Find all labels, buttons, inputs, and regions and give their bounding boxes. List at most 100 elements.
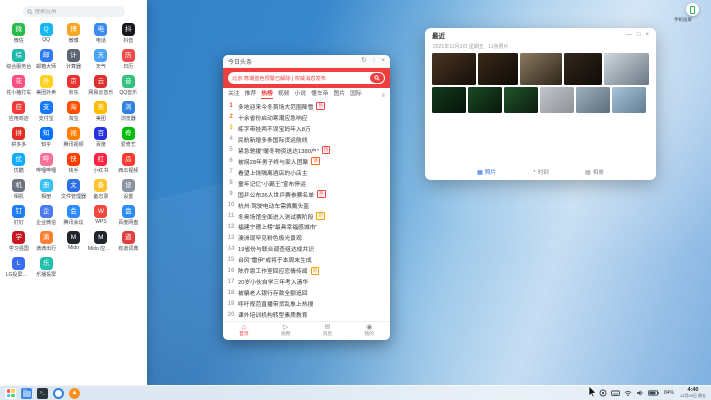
photo-thumbnail[interactable] (604, 53, 649, 85)
screen-record-icon[interactable] (599, 389, 607, 397)
close-button[interactable]: × (645, 32, 649, 38)
phone-nav-item[interactable]: ⌂ 首页 (223, 322, 265, 340)
news-item[interactable]: 20 课外培训机构转型素质教育 (227, 309, 386, 320)
launcher-app[interactable]: 机 相机 (5, 179, 32, 203)
launcher-app[interactable]: M Mido (60, 231, 87, 255)
news-item[interactable]: 1 多地迎来今冬首场大范围降雪 热 (227, 101, 386, 112)
news-item[interactable]: 4 民航新增多条国际货运航线 (227, 134, 386, 145)
launcher-app[interactable]: 红 小红书 (87, 153, 114, 177)
phone-tab[interactable]: 推荐 (245, 88, 257, 99)
launcher-app[interactable]: 应 应用商店 (5, 101, 32, 125)
launcher-app[interactable]: M Mido 应用市场 (87, 231, 114, 255)
gallery-tab[interactable]: ◔ 时刻 (532, 168, 549, 176)
phone-tab[interactable]: 视频 (278, 88, 290, 99)
news-item[interactable]: 14 19省份与联合调查组达成共识 (227, 243, 386, 254)
volume-icon[interactable] (636, 389, 644, 397)
news-item[interactable]: 15 台风"雷伊"或将于本周末生成 (227, 254, 386, 265)
launcher-app[interactable]: 视 腾讯视频 (60, 127, 87, 151)
phone-tab[interactable]: 懂车帝 (311, 88, 328, 99)
news-item[interactable]: 17 20岁小伙自学三年考入清华 (227, 276, 386, 287)
launcher-app[interactable]: 瓜 西瓜视频 (115, 153, 142, 177)
terminal-icon[interactable]: >_ (37, 388, 48, 399)
news-item[interactable]: 2 十余省份启动寒潮应急响应 (227, 112, 386, 123)
news-item[interactable]: 13 澳洲现罕见粉色极光景观 (227, 232, 386, 243)
news-item[interactable]: 16 陈乔恩工作室回应恋情传闻 新 (227, 265, 386, 276)
launcher-app[interactable]: 淘 淘宝 (60, 101, 87, 125)
photo-thumbnail[interactable] (478, 53, 518, 85)
launcher-app[interactable]: 美 美团 (87, 101, 114, 125)
launcher-app[interactable]: 音 QQ音乐 (115, 75, 142, 99)
phone-tab[interactable]: 图片 (333, 88, 345, 99)
launcher-app[interactable]: 钉 钉钉 (5, 205, 32, 229)
launcher-app[interactable]: 微 微信 (5, 23, 32, 47)
channel-menu-icon[interactable]: ≡ (381, 93, 385, 99)
launcher-app[interactable]: 计 计算器 (60, 49, 87, 73)
app-store-icon[interactable]: ▲ (69, 388, 80, 399)
photo-thumbnail[interactable] (468, 87, 502, 113)
launcher-app[interactable]: 外 美团外卖 (32, 75, 59, 99)
news-item[interactable]: 9 国乒公布26人世乒赛参赛名单 热 (227, 189, 386, 200)
app-search-box[interactable] (23, 6, 125, 17)
launcher-app[interactable]: 邮 邮箱大师 (32, 49, 59, 73)
cast-float-button[interactable] (686, 3, 699, 16)
phone-tab[interactable]: 关注 (228, 88, 240, 99)
launcher-app[interactable]: 历 日历 (115, 49, 142, 73)
launcher-app[interactable]: 博 微博 (60, 23, 87, 47)
launcher-button[interactable] (5, 388, 16, 399)
launcher-app[interactable]: 滴 滴滴出行 (32, 231, 59, 255)
wifi-icon[interactable] (624, 389, 632, 397)
file-manager-icon[interactable] (21, 388, 32, 399)
launcher-app[interactable]: 企 企业微信 (32, 205, 59, 229)
phone-nav-item[interactable]: ▷ 视频 (265, 322, 307, 340)
gallery-tab[interactable]: ▤ 相册 (585, 168, 604, 176)
news-item[interactable]: 19 呼吁规范直播带货乱象上热搜 (227, 298, 386, 309)
gallery-tab[interactable]: ▦ 照片 (477, 168, 496, 176)
launcher-app[interactable]: 百 百度 (87, 127, 114, 151)
news-item[interactable]: 12 福建宁德上榜"最具幸福感城市" (227, 221, 386, 232)
launcher-app[interactable]: 设 设置 (115, 179, 142, 203)
minimize-button[interactable]: — (626, 32, 632, 38)
rotate-button[interactable]: ↻ (361, 58, 366, 65)
launcher-app[interactable]: 快 快手 (60, 153, 87, 177)
launcher-app[interactable]: 抖 抖音 (115, 23, 142, 47)
news-item[interactable]: 8 童年记忆"小霸王"宣布停运 (227, 178, 386, 189)
phone-nav-item[interactable]: ◉ 我的 (348, 322, 390, 340)
close-button[interactable]: × (381, 58, 385, 65)
photo-thumbnail[interactable] (540, 87, 574, 113)
launcher-app[interactable]: 京 京东 (60, 75, 87, 99)
launcher-app[interactable]: 浏 浏览器 (115, 101, 142, 125)
phone-nav-item[interactable]: ✉ 消息 (307, 322, 349, 340)
launcher-app[interactable]: 奇 爱奇艺 (115, 127, 142, 151)
launcher-app[interactable]: 电 电话 (87, 23, 114, 47)
launcher-app[interactable]: 册 相册 (32, 179, 59, 203)
phone-tab[interactable]: 热榜 (261, 88, 273, 99)
photo-thumbnail[interactable] (520, 53, 562, 85)
news-item[interactable]: 6 被拐28年男子终与家人团聚 沸 (227, 156, 386, 167)
launcher-app[interactable]: 知 知乎 (32, 127, 59, 151)
photo-thumbnail[interactable] (432, 53, 476, 85)
phone-tab[interactable]: 小说 (294, 88, 306, 99)
keyboard-icon[interactable] (611, 389, 620, 397)
launcher-app[interactable]: 花 花小猪打车 (5, 75, 32, 99)
launcher-app[interactable]: W WPS (87, 205, 114, 229)
photo-thumbnail[interactable] (576, 87, 610, 113)
phone-tab[interactable]: 国际 (350, 88, 362, 99)
search-button[interactable] (370, 73, 384, 83)
launcher-app[interactable]: Q QQ (32, 23, 59, 47)
news-item[interactable]: 3 练字带娃两不误宝妈年入8万 (227, 123, 386, 134)
photo-thumbnail[interactable] (612, 87, 646, 113)
launcher-app[interactable]: 拼 拼多多 (5, 127, 32, 151)
launcher-app[interactable]: 综 综合服务台 (5, 49, 32, 73)
launcher-app[interactable]: 学 学习强国 (5, 231, 32, 255)
launcher-app[interactable]: L LG投屏助手 (5, 257, 32, 281)
browser-icon[interactable] (53, 388, 64, 399)
more-button[interactable]: ⋮ (371, 58, 378, 65)
maximize-button[interactable]: □ (637, 32, 641, 38)
launcher-app[interactable]: 支 支付宝 (32, 101, 59, 125)
news-item[interactable]: 5 紧急驰援"暖冬物资送达1380户" 热 (227, 145, 386, 156)
launcher-app[interactable]: 乐 乐播投屏 (32, 257, 59, 281)
launcher-app[interactable]: 文 文件管理器 (60, 179, 87, 203)
news-item[interactable]: 10 杭州:驾驶电动车需佩戴头盔 (227, 200, 386, 211)
photo-thumbnail[interactable] (432, 87, 466, 113)
gallery-titlebar[interactable]: 最近 — □ × (425, 28, 656, 42)
